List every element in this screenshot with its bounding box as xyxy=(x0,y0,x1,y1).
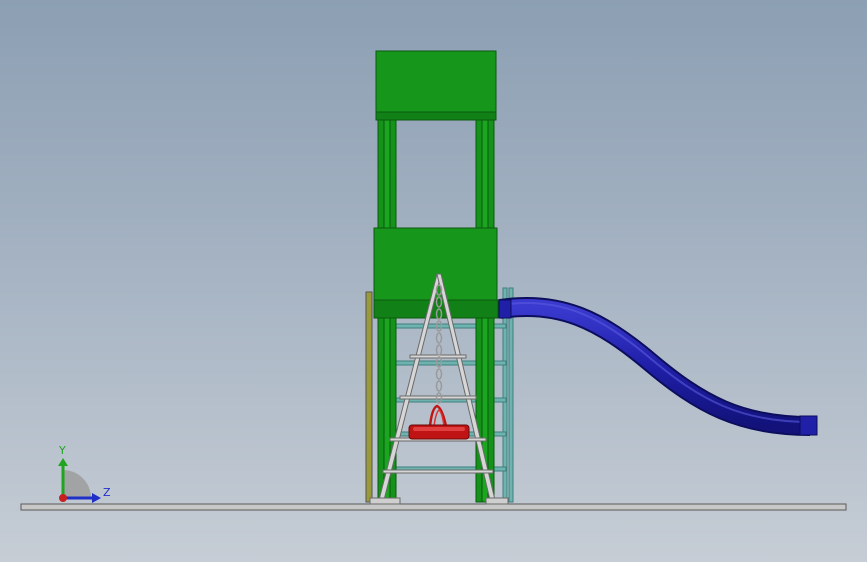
cad-viewport[interactable]: Y Z xyxy=(0,0,867,562)
orientation-triad: Y Z xyxy=(58,444,111,503)
y-axis-label: Y xyxy=(58,444,66,457)
model-scene[interactable] xyxy=(0,0,867,562)
left-side-post xyxy=(365,291,373,503)
slide-tube xyxy=(498,296,818,436)
z-axis-arrowhead xyxy=(92,493,101,503)
ground-plane xyxy=(20,503,847,511)
tower-roof xyxy=(375,50,497,121)
y-axis-arrowhead xyxy=(58,458,68,466)
swing-seat xyxy=(408,404,470,440)
z-axis-label: Z xyxy=(103,486,111,499)
x-axis-dot xyxy=(59,494,67,502)
triad-arc xyxy=(63,470,91,498)
